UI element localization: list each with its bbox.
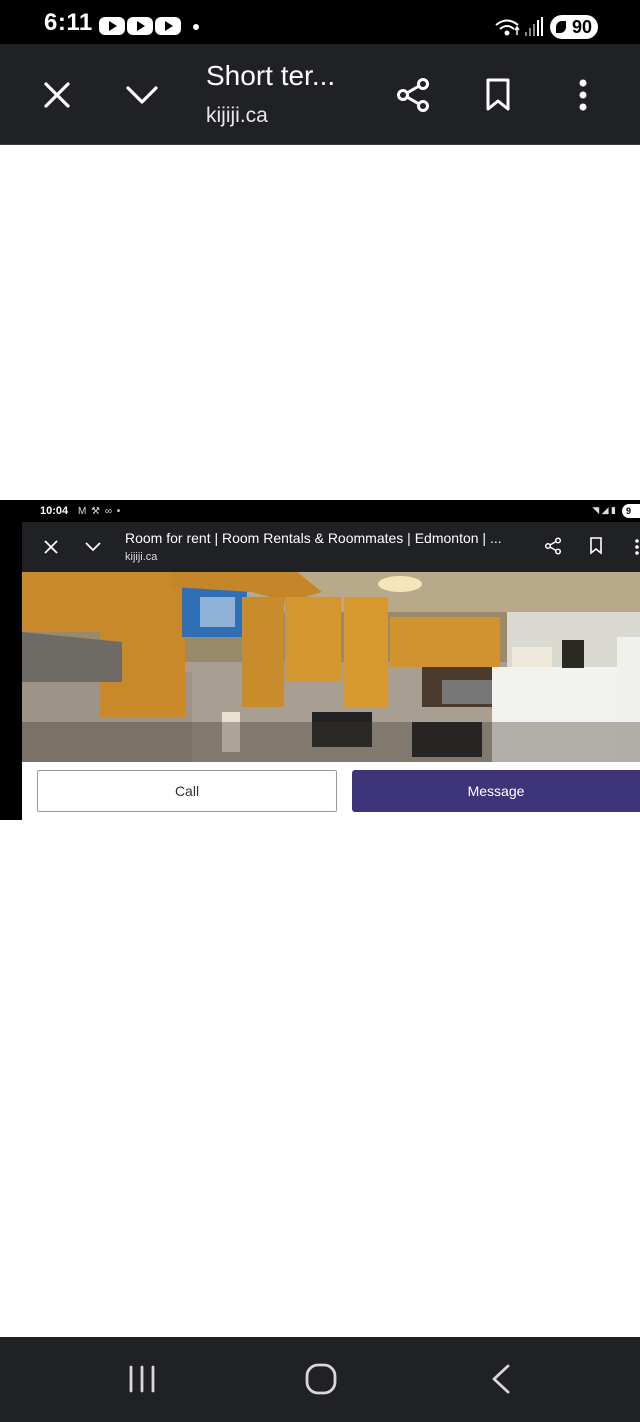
custom-tab-toolbar: Short ter... kijiji.ca: [0, 44, 640, 145]
embedded-page-title: Room for rent | Room Rentals & Roommates…: [125, 530, 502, 546]
embedded-share-icon: [544, 537, 562, 555]
embedded-tab-toolbar: Room for rent | Room Rentals & Roommates…: [22, 522, 640, 572]
wifi-icon: [495, 19, 520, 36]
notification-dot: [193, 24, 199, 30]
message-button: Message: [352, 770, 640, 812]
battery-level: 90: [571, 17, 592, 37]
embedded-close-icon: [44, 540, 58, 554]
status-bar: 6:11 90: [0, 0, 640, 44]
bookmark-icon[interactable]: [477, 74, 519, 116]
leaf-icon: [556, 21, 566, 33]
battery-icon: 90: [550, 15, 598, 39]
status-time: 6:11: [44, 9, 93, 36]
embedded-page-url: kijiji.ca: [125, 551, 158, 563]
chevron-down-icon[interactable]: [121, 74, 163, 116]
back-icon[interactable]: [489, 1363, 513, 1395]
embedded-bookmark-icon: [590, 537, 602, 555]
signal-icon: [525, 17, 543, 36]
youtube-icon: [99, 17, 125, 35]
embedded-status-bar: 10:04 M ⚒ ∞ • ◥ ◢ ▮ 9: [22, 500, 640, 522]
embedded-battery-icon: 9: [622, 504, 640, 518]
recent-apps-icon[interactable]: [127, 1364, 157, 1394]
call-button: Call: [37, 770, 337, 812]
embedded-chevron-down-icon: [85, 542, 101, 552]
youtube-icon: [127, 17, 153, 35]
system-nav-bar: [0, 1337, 640, 1422]
screenshot-left-border: [0, 500, 22, 820]
more-vert-icon[interactable]: [562, 74, 604, 116]
kitchen-photo: [22, 572, 640, 762]
page-url: kijiji.ca: [206, 104, 268, 127]
embedded-signal-icon: ◥ ◢ ▮: [592, 505, 616, 515]
embedded-status-icons: M ⚒ ∞ •: [78, 506, 122, 517]
share-icon[interactable]: [392, 74, 434, 116]
embedded-status-time: 10:04: [40, 505, 69, 517]
close-icon[interactable]: [36, 74, 78, 116]
home-icon[interactable]: [304, 1362, 338, 1396]
page-title: Short ter...: [206, 60, 336, 91]
embedded-more-vert-icon: [635, 539, 639, 555]
youtube-icon: [155, 17, 181, 35]
